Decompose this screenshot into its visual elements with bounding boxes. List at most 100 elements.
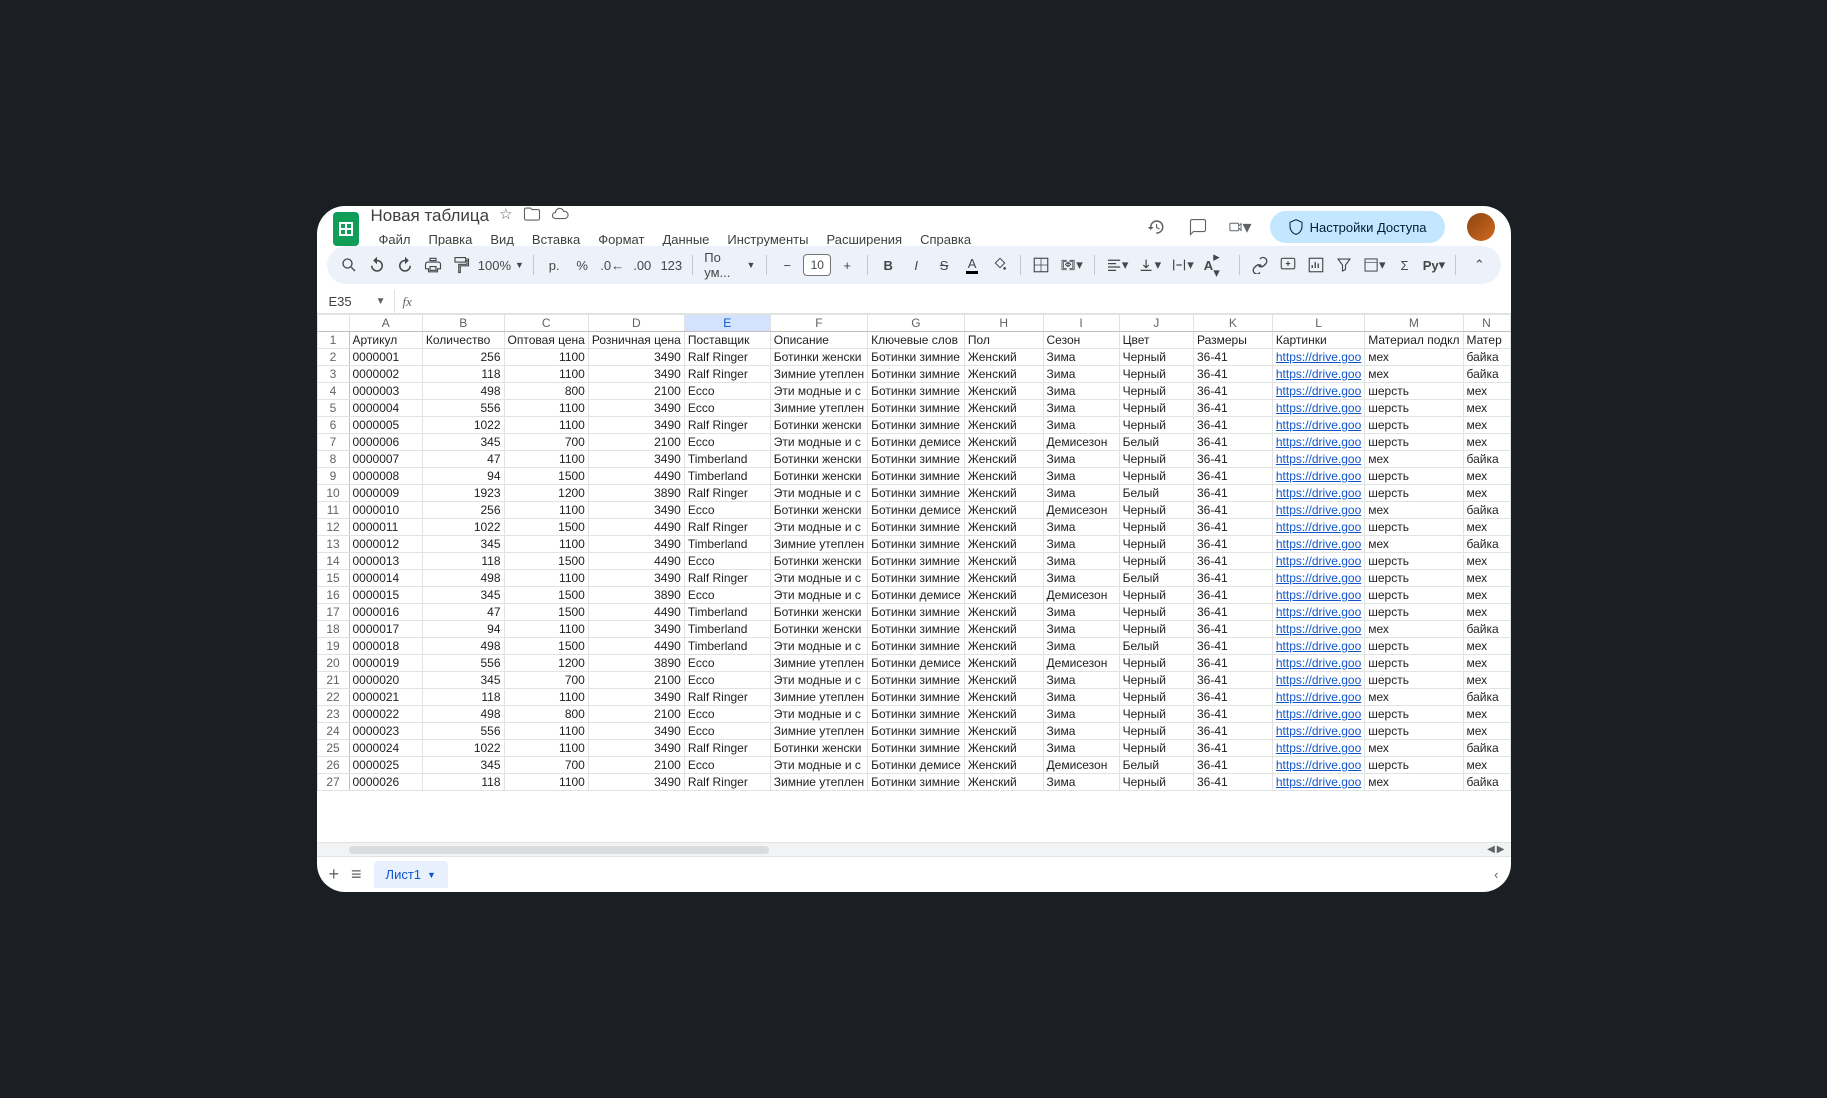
cell[interactable]: Ботинки зимние — [868, 451, 965, 468]
drive-link[interactable]: https://drive.goo — [1276, 486, 1361, 500]
cell[interactable]: 0000021 — [349, 689, 422, 706]
v-align-button[interactable]: ▾ — [1135, 251, 1164, 279]
cell[interactable]: https://drive.goo — [1272, 485, 1364, 502]
cell[interactable]: Зимние утеплен — [770, 366, 867, 383]
cell[interactable]: Белый — [1119, 570, 1193, 587]
wrap-button[interactable]: ▾ — [1168, 251, 1197, 279]
cell[interactable]: Зима — [1043, 553, 1119, 570]
cell[interactable]: шерсть — [1365, 638, 1463, 655]
cell[interactable]: Женский — [964, 502, 1043, 519]
cell[interactable]: Ботинки женски — [770, 604, 867, 621]
history-icon[interactable] — [1144, 215, 1168, 239]
cell[interactable]: Timberland — [684, 621, 770, 638]
cell[interactable]: 0000004 — [349, 400, 422, 417]
drive-link[interactable]: https://drive.goo — [1276, 452, 1361, 466]
cell[interactable]: шерсть — [1365, 519, 1463, 536]
cell[interactable]: Женский — [964, 570, 1043, 587]
cell[interactable]: Ecco — [684, 757, 770, 774]
explore-button[interactable]: ‹ — [1494, 867, 1498, 882]
cell[interactable]: Ботинки зимние — [868, 417, 965, 434]
cell[interactable]: Черный — [1119, 383, 1193, 400]
cell[interactable]: Черный — [1119, 400, 1193, 417]
cell[interactable]: Женский — [964, 536, 1043, 553]
cell[interactable]: мех — [1463, 757, 1510, 774]
cell[interactable]: 1100 — [504, 451, 588, 468]
drive-link[interactable]: https://drive.goo — [1276, 367, 1361, 381]
paint-format-icon[interactable] — [449, 251, 473, 279]
cell[interactable]: мех — [1365, 366, 1463, 383]
cell[interactable]: 4490 — [588, 468, 684, 485]
cell[interactable]: Ботинки зимние — [868, 740, 965, 757]
cell[interactable]: мех — [1463, 672, 1510, 689]
cell[interactable]: мех — [1463, 723, 1510, 740]
cell[interactable]: Пол — [964, 332, 1043, 349]
more-formats[interactable]: 123 — [658, 251, 684, 279]
drive-link[interactable]: https://drive.goo — [1276, 758, 1361, 772]
row-header[interactable]: 2 — [317, 349, 349, 366]
cell[interactable]: Белый — [1119, 757, 1193, 774]
drive-link[interactable]: https://drive.goo — [1276, 554, 1361, 568]
cell[interactable]: 3490 — [588, 689, 684, 706]
cell[interactable]: Timberland — [684, 451, 770, 468]
font-dropdown[interactable]: По ум... ▼ — [701, 251, 758, 279]
cell[interactable]: 0000023 — [349, 723, 422, 740]
cell[interactable]: https://drive.goo — [1272, 536, 1364, 553]
cell[interactable]: https://drive.goo — [1272, 349, 1364, 366]
cell[interactable]: 1100 — [504, 723, 588, 740]
cell[interactable]: 47 — [422, 451, 504, 468]
cell[interactable]: Эти модные и с — [770, 570, 867, 587]
cell[interactable]: 0000005 — [349, 417, 422, 434]
cell[interactable]: 498 — [422, 638, 504, 655]
cell[interactable]: 2100 — [588, 706, 684, 723]
cell[interactable]: 118 — [422, 553, 504, 570]
cell[interactable]: Зимние утеплен — [770, 655, 867, 672]
cell[interactable]: мех — [1463, 604, 1510, 621]
search-menus-icon[interactable] — [337, 251, 361, 279]
cell[interactable]: 118 — [422, 774, 504, 791]
zoom-dropdown[interactable]: 100% ▼ — [477, 251, 526, 279]
cell[interactable]: Женский — [964, 553, 1043, 570]
cell[interactable]: 700 — [504, 672, 588, 689]
cell[interactable]: Женский — [964, 740, 1043, 757]
column-header[interactable]: A — [349, 315, 422, 332]
row-header[interactable]: 25 — [317, 740, 349, 757]
cell[interactable]: 36-41 — [1193, 655, 1272, 672]
cell[interactable]: 0000013 — [349, 553, 422, 570]
cell[interactable]: Женский — [964, 655, 1043, 672]
cell[interactable]: 3890 — [588, 587, 684, 604]
cell[interactable]: Зима — [1043, 638, 1119, 655]
cell[interactable]: Ботинки зимние — [868, 638, 965, 655]
cell[interactable]: мех — [1463, 383, 1510, 400]
rotate-button[interactable]: A▸ ▾ — [1201, 251, 1231, 279]
cell[interactable]: 36-41 — [1193, 587, 1272, 604]
all-sheets-button[interactable]: ≡ — [351, 864, 362, 885]
cell[interactable]: 3490 — [588, 621, 684, 638]
account-avatar[interactable] — [1467, 213, 1495, 241]
row-header[interactable]: 11 — [317, 502, 349, 519]
cell[interactable]: 1100 — [504, 366, 588, 383]
cell[interactable]: 800 — [504, 383, 588, 400]
cell[interactable]: 47 — [422, 604, 504, 621]
cell[interactable]: Черный — [1119, 587, 1193, 604]
cell[interactable]: Черный — [1119, 723, 1193, 740]
cell[interactable]: https://drive.goo — [1272, 740, 1364, 757]
cell[interactable]: байка — [1463, 366, 1510, 383]
cell[interactable]: мех — [1463, 519, 1510, 536]
cell[interactable]: Зима — [1043, 519, 1119, 536]
cell[interactable]: 36-41 — [1193, 689, 1272, 706]
cell[interactable]: 556 — [422, 400, 504, 417]
cell[interactable]: Зимние утеплен — [770, 400, 867, 417]
cell[interactable]: Зима — [1043, 621, 1119, 638]
row-header[interactable]: 14 — [317, 553, 349, 570]
cell[interactable]: Зима — [1043, 672, 1119, 689]
row-header[interactable]: 22 — [317, 689, 349, 706]
cell[interactable]: 4490 — [588, 519, 684, 536]
row-header[interactable]: 26 — [317, 757, 349, 774]
cell[interactable]: мех — [1365, 740, 1463, 757]
font-size-input[interactable]: 10 — [803, 254, 831, 276]
cell[interactable]: 0000014 — [349, 570, 422, 587]
drive-link[interactable]: https://drive.goo — [1276, 622, 1361, 636]
cell[interactable]: Женский — [964, 689, 1043, 706]
drive-link[interactable]: https://drive.goo — [1276, 639, 1361, 653]
cell[interactable]: 3490 — [588, 740, 684, 757]
